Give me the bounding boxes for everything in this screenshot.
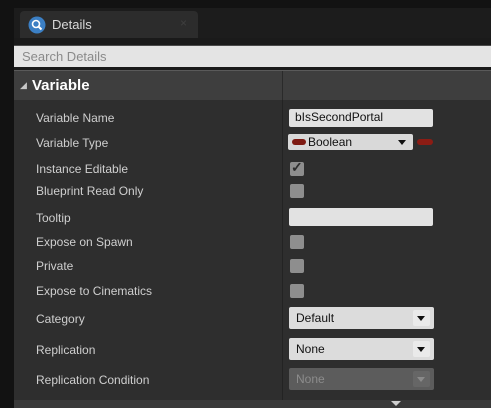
property-list: Variable Name bIsSecondPortal Variable T…	[14, 100, 491, 400]
tab-bar: Details ×	[14, 8, 491, 38]
boolean-pin-icon	[292, 139, 306, 145]
label-category: Category	[36, 312, 85, 326]
column-divider	[282, 71, 283, 100]
expand-advanced-icon[interactable]	[391, 401, 401, 406]
chevron-down-icon	[413, 341, 430, 357]
details-magnifier-icon	[28, 16, 46, 34]
label-private: Private	[36, 259, 74, 273]
private-checkbox[interactable]	[290, 259, 304, 273]
chevron-down-icon	[413, 371, 430, 387]
label-variable-type: Variable Type	[36, 136, 109, 150]
variable-type-dropdown[interactable]: Boolean	[288, 134, 413, 150]
label-replication: Replication	[36, 343, 96, 357]
instance-editable-checkbox[interactable]: ✓	[290, 159, 304, 176]
section-header-variable[interactable]: ◢ Variable	[14, 70, 491, 100]
collapse-arrow-icon[interactable]: ◢	[20, 80, 27, 91]
tab-details[interactable]: Details ×	[20, 11, 198, 38]
chevron-down-icon	[413, 310, 430, 326]
label-expose-to-cinematics: Expose to Cinematics	[36, 284, 153, 298]
chevron-down-icon	[398, 140, 406, 145]
blueprint-read-only-checkbox[interactable]	[290, 184, 304, 198]
category-value: Default	[296, 311, 335, 325]
replication-value: None	[296, 342, 325, 356]
container-type-pin-icon[interactable]	[417, 139, 433, 145]
details-panel: Details × ◢ Variable Variable Name bIsSe…	[14, 8, 491, 408]
search-bar	[14, 45, 491, 67]
variable-name-field[interactable]: bIsSecondPortal	[289, 109, 433, 127]
close-icon[interactable]: ×	[180, 16, 187, 30]
replication-condition-value: None	[296, 372, 325, 386]
expose-to-cinematics-checkbox[interactable]	[290, 284, 304, 298]
label-expose-on-spawn: Expose on Spawn	[36, 235, 133, 249]
label-blueprint-read-only: Blueprint Read Only	[36, 184, 144, 198]
advanced-expander[interactable]	[14, 400, 491, 408]
tab-title: Details	[52, 17, 92, 32]
section-title: Variable	[32, 77, 90, 94]
label-tooltip: Tooltip	[36, 211, 71, 225]
replication-dropdown[interactable]: None	[289, 338, 434, 360]
checkmark-icon: ✓	[291, 159, 303, 175]
variable-type-value: Boolean	[308, 135, 353, 149]
label-instance-editable: Instance Editable	[36, 162, 129, 176]
expose-on-spawn-checkbox[interactable]	[290, 235, 304, 249]
label-replication-condition: Replication Condition	[36, 373, 150, 387]
category-dropdown[interactable]: Default	[289, 307, 434, 329]
label-variable-name: Variable Name	[36, 111, 115, 125]
tooltip-field[interactable]	[289, 208, 433, 226]
search-input[interactable]	[14, 46, 491, 67]
column-splitter[interactable]	[282, 100, 283, 400]
replication-condition-dropdown: None	[289, 368, 434, 390]
